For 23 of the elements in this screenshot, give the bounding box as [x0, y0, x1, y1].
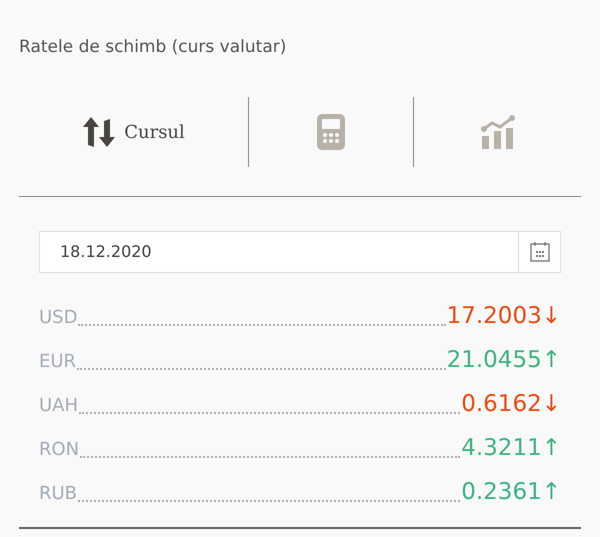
trend-arrow: ↑ — [542, 478, 561, 507]
currency-code: UAH — [39, 394, 78, 418]
bar-chart-icon — [480, 114, 516, 150]
date-field[interactable]: 18.12.2020 — [39, 231, 519, 273]
rate-value: 4.3211 — [461, 434, 542, 463]
currency-code: RUB — [39, 482, 78, 506]
calendar-button[interactable] — [519, 231, 561, 273]
panel-title: Ratele de schimb (curs valutar) — [19, 36, 286, 59]
calculator-icon — [317, 114, 345, 150]
trend-arrow: ↓ — [542, 302, 561, 331]
currency-code: EUR — [39, 350, 76, 374]
currency-code: RON — [39, 438, 80, 462]
rate-value: 0.2361 — [461, 478, 542, 507]
trend-arrow: ↓ — [542, 390, 561, 419]
up-down-arrows-icon — [82, 115, 116, 149]
rate-value: 17.2003 — [446, 302, 542, 331]
rate-value: 0.6162 — [461, 390, 542, 419]
trend-arrow: ↑ — [542, 346, 561, 375]
trend-arrow: ↑ — [542, 434, 561, 463]
rate-value: 21.0455 — [446, 346, 542, 375]
currency-code: USD — [39, 306, 78, 330]
calendar-icon — [530, 241, 550, 263]
tab[interactable]: Cursul — [74, 111, 193, 153]
